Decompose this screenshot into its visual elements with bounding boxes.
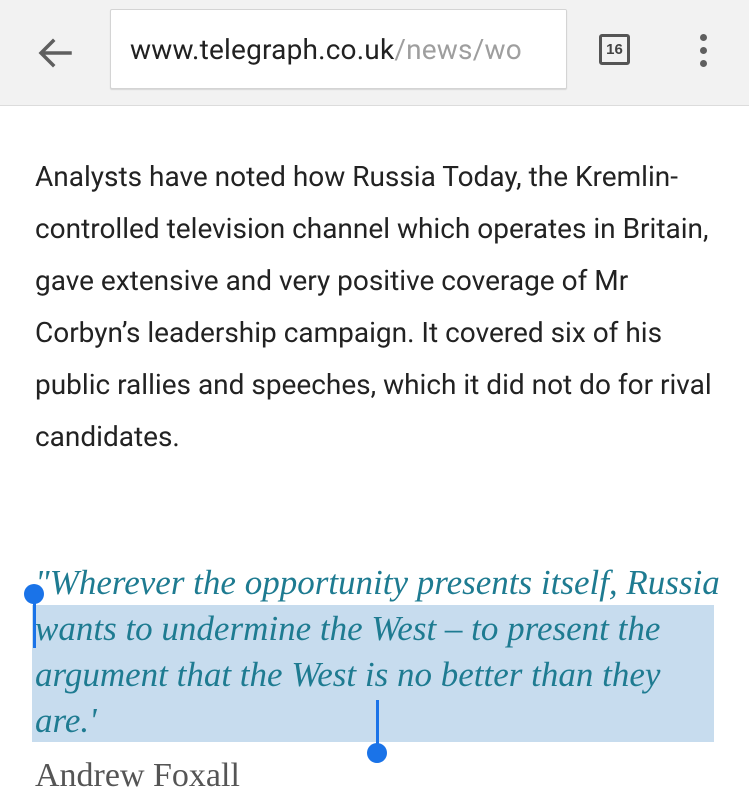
url-host: www.telegraph.co.uk <box>130 33 395 66</box>
menu-dot-icon <box>699 33 707 41</box>
pull-quote: "Wherever the opportunity presents itsel… <box>35 563 720 740</box>
url-fade <box>516 10 566 88</box>
url-path: /news/wo <box>394 33 522 66</box>
back-button[interactable] <box>32 30 78 76</box>
menu-dot-icon <box>699 46 707 54</box>
article-paragraph: Analysts have noted how Russia Today, th… <box>35 160 712 453</box>
menu-dot-icon <box>699 59 707 67</box>
back-arrow-icon <box>38 38 72 68</box>
url-text: www.telegraph.co.uk/news/wo <box>130 33 522 67</box>
url-bar[interactable]: www.telegraph.co.uk/news/wo <box>110 9 567 89</box>
selection-end-stem <box>376 700 379 748</box>
selection-start-stem <box>33 600 36 648</box>
selection-end-handle[interactable] <box>367 743 387 763</box>
overflow-menu-button[interactable] <box>690 30 716 70</box>
tab-switcher-button[interactable]: 16 <box>599 34 630 65</box>
browser-toolbar: www.telegraph.co.uk/news/wo 16 <box>0 0 749 106</box>
tab-count: 16 <box>606 41 623 58</box>
quote-author: Andrew Foxall <box>35 757 240 794</box>
